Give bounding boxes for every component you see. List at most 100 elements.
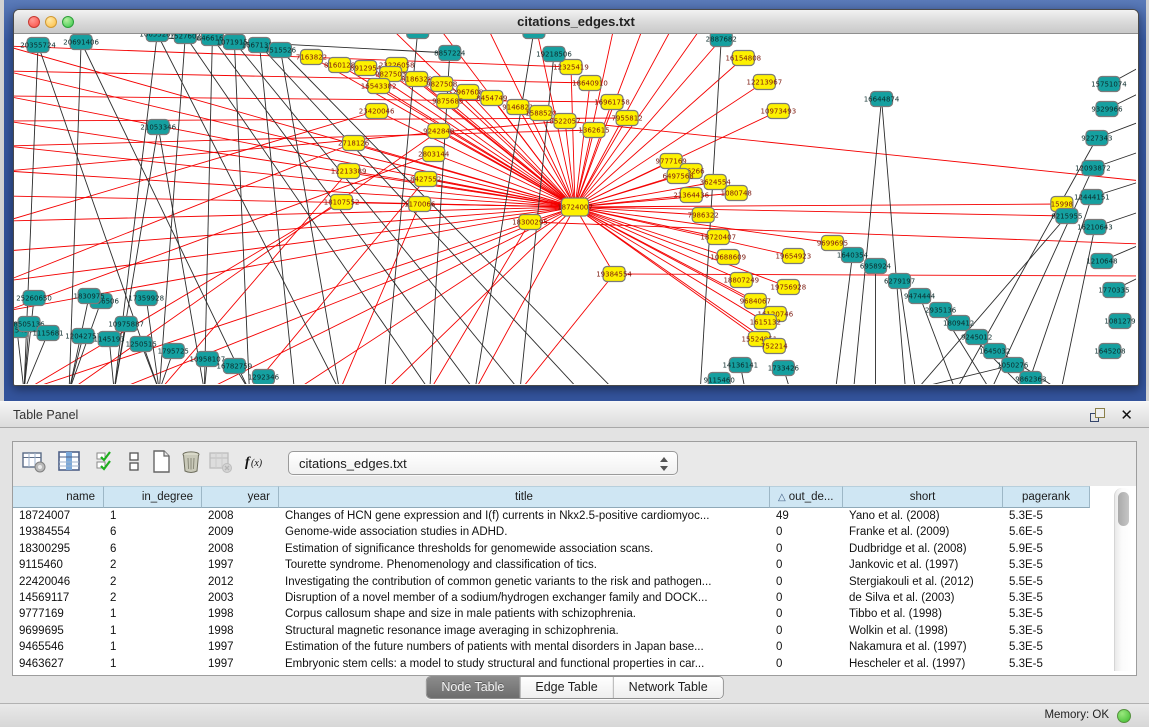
column-header-year[interactable]: year [202,486,279,508]
table-cell-out_de[interactable]: 0 [770,524,843,540]
column-header-pagerank[interactable]: pagerank [1003,486,1090,508]
table-cell-pagerank[interactable]: 5.6E-5 [1003,524,1090,540]
table-cell-title[interactable]: Disruption of a novel member of a sodium… [279,590,770,606]
column-header-in_degree[interactable]: in_degree [104,486,202,508]
table-cell-year[interactable]: 1997 [202,656,279,672]
table-cell-name[interactable]: 9699695 [13,623,104,639]
table-cell-year[interactable]: 1998 [202,623,279,639]
table-cell-short[interactable]: Dudbridge et al. (2008) [843,541,1003,557]
table-cell-year[interactable]: 2003 [202,590,279,606]
graph-node[interactable]: 1250515 [126,337,157,352]
graph-node[interactable]: 8813054 [518,34,550,39]
table-cell-year[interactable]: 1997 [202,557,279,573]
network-canvas[interactable]: 1872400771638228160128891295423226058982… [14,34,1136,384]
row-height-button[interactable] [121,449,147,475]
table-cell-in_degree[interactable]: 2 [104,590,202,606]
table-cell-short[interactable]: Stergiakouli et al. (2012) [843,574,1003,590]
graph-node[interactable]: 9474444 [904,289,936,304]
table-cell-title[interactable]: Estimation of significance thresholds fo… [279,541,770,557]
table-cell-title[interactable]: Investigating the contribution of common… [279,574,770,590]
table-row[interactable]: 1456911722003Disruption of a novel membe… [13,590,1136,606]
table-row[interactable]: 946362711997Embryonic stem cells: a mode… [13,656,1136,672]
graph-edge[interactable] [835,255,852,384]
table-cell-year[interactable]: 2009 [202,524,279,540]
table-scrollbar-thumb[interactable] [1118,492,1129,526]
table-cell-out_de[interactable]: 0 [770,557,843,573]
graph-node[interactable]: 16644874 [864,92,900,107]
graph-node[interactable]: 1645032 [979,344,1010,359]
graph-node[interactable]: 12093872 [1075,161,1111,176]
graph-node[interactable]: 16210643 [1077,220,1113,235]
graph-edge[interactable] [575,204,1062,207]
table-cell-short[interactable]: Yano et al. (2008) [843,508,1003,524]
table-cell-short[interactable]: Franke et al. (2009) [843,524,1003,540]
graph-edge[interactable] [69,131,439,384]
graph-node[interactable]: 19756928 [771,280,807,295]
graph-node[interactable]: 10975887 [108,317,144,332]
graph-node[interactable]: 10973493 [761,104,797,119]
graph-node[interactable]: 1830975 [74,289,105,304]
graph-node[interactable]: 1115681 [32,326,63,341]
table-cell-name[interactable]: 9777169 [13,606,104,622]
graph-node[interactable]: 6497568 [663,169,694,184]
graph-node[interactable]: 16154808 [725,51,761,66]
select-rows-button[interactable] [93,449,119,475]
graph-node[interactable]: 18640910 [572,76,608,91]
table-scrollbar[interactable] [1114,488,1132,671]
graph-node[interactable]: 14136141 [722,358,758,373]
close-panel-icon[interactable]: ✕ [1120,406,1133,424]
graph-edge[interactable] [475,207,575,384]
graph-node[interactable]: 1170066 [404,197,436,212]
tab-node-table[interactable]: Node Table [426,677,520,698]
graph-node[interactable]: 16033809 [400,34,436,39]
table-cell-out_de[interactable]: 0 [770,574,843,590]
graph-node[interactable]: 7163822 [296,50,327,65]
graph-edge[interactable] [614,274,1136,276]
graph-node[interactable]: 1145193 [94,332,125,347]
graph-node[interactable]: 8522057 [549,114,580,129]
graph-node[interactable]: 1080748 [721,186,752,201]
table-cell-in_degree[interactable]: 6 [104,541,202,557]
table-cell-in_degree[interactable]: 2 [104,557,202,573]
table-cell-year[interactable]: 2008 [202,541,279,557]
import-table-button[interactable] [207,449,233,475]
graph-edge[interactable] [14,154,434,311]
graph-node[interactable]: 18107552 [324,195,360,210]
graph-edge[interactable] [14,46,575,207]
graph-node[interactable]: 9875685 [432,94,463,109]
graph-node[interactable]: 1050276 [997,358,1029,373]
table-cell-in_degree[interactable]: 1 [104,623,202,639]
table-cell-pagerank[interactable]: 5.5E-5 [1003,574,1090,590]
graph-edge[interactable] [234,42,249,384]
graph-edge[interactable] [575,34,615,207]
graph-node[interactable]: 12444151 [1074,190,1110,205]
table-row[interactable]: 969969511998Structural magnetic resonanc… [13,623,1136,639]
table-cell-year[interactable]: 2008 [202,508,279,524]
graph-edge[interactable] [1061,227,1095,384]
table-cell-year[interactable]: 1997 [202,639,279,655]
graph-node[interactable]: 6958924 [860,259,892,274]
graph-node[interactable]: 1770335 [1098,283,1129,298]
table-cell-out_de[interactable]: 0 [770,590,843,606]
function-builder-button[interactable]: f(x) [243,449,273,475]
graph-node[interactable]: 1081279 [1104,314,1135,329]
table-cell-name[interactable]: 14569117 [13,590,104,606]
table-selector-dropdown[interactable]: citations_edges.txt [288,451,678,475]
graph-node[interactable]: 9115460 [704,373,735,385]
network-graph-svg[interactable]: 1872400771638228160128891295423226058982… [14,34,1136,384]
table-cell-name[interactable]: 22420046 [13,574,104,590]
table-cell-in_degree[interactable]: 1 [104,639,202,655]
graph-node[interactable]: 9684067 [740,294,771,309]
graph-node[interactable]: 8427552 [410,172,441,187]
table-cell-short[interactable]: Nakamura et al. (1997) [843,639,1003,655]
table-cell-year[interactable]: 1998 [202,606,279,622]
table-cell-out_de[interactable]: 0 [770,606,843,622]
graph-edge[interactable] [14,143,354,281]
graph-node[interactable]: 17359928 [128,291,164,306]
graph-node[interactable]: 1795725 [158,344,189,359]
graph-node[interactable]: 1292346 [248,370,280,385]
graph-node[interactable]: 9242848 [423,124,454,139]
table-cell-title[interactable]: Estimation of the future numbers of pati… [279,639,770,655]
graph-node[interactable]: 9862363 [1015,372,1046,385]
graph-node[interactable]: 1210648 [1086,254,1117,269]
